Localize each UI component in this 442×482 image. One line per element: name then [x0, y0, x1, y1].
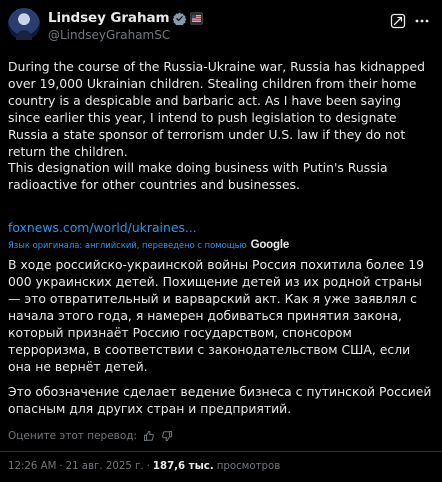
tweet-paragraph-translated-2: Это обозначение сделает ведение бизнеса … — [8, 384, 432, 416]
meta-separator: · — [59, 460, 63, 472]
tweet-paragraph-translated-1: В ходе российско-украинской войны Россия… — [8, 257, 425, 374]
grok-icon[interactable] — [390, 13, 406, 29]
author-name-row: Lindsey Graham — [48, 10, 204, 26]
tweet-paragraph-original-1: During the course of the Russia-Ukraine … — [8, 59, 425, 159]
google-logo: Google — [250, 239, 290, 251]
translation-note: Язык оригинала: английский, переведено с… — [8, 239, 289, 251]
avatar[interactable] — [8, 8, 40, 40]
more-dots-icon[interactable] — [414, 14, 430, 28]
thumbs-down-icon[interactable] — [161, 430, 173, 442]
tweet-date[interactable]: 21 авг. 2025 г. — [66, 461, 144, 472]
rate-translation-row: Оцените этот перевод: — [8, 428, 173, 444]
government-verified-badge-icon[interactable] — [173, 12, 187, 25]
divider — [0, 451, 442, 452]
views-count[interactable]: 187,6 тыс. — [153, 461, 214, 472]
tweet-header: Lindsey Graham @LindseyGrahamSC — [8, 8, 434, 44]
meta-separator: · — [146, 460, 150, 472]
views-label: просмотров — [216, 460, 281, 472]
article-link[interactable]: foxnews.com/world/ukraines... — [8, 219, 197, 236]
author-handle[interactable]: @LindseyGrahamSC — [48, 28, 170, 42]
thumbs-up-icon[interactable] — [143, 430, 155, 442]
rate-translation-label: Оцените этот перевод: — [8, 430, 138, 442]
tweet-paragraph-original-2: This designation will make doing busines… — [8, 160, 388, 192]
us-flag-icon[interactable] — [190, 11, 204, 25]
translation-note-text: Язык оригинала: английский, переведено с… — [8, 240, 247, 250]
tweet-meta: 12:26 AM · 21 авг. 2025 г. · 187,6 тыс. … — [8, 458, 280, 474]
author-display-name[interactable]: Lindsey Graham — [48, 10, 170, 26]
tweet-time[interactable]: 12:26 AM — [8, 461, 56, 472]
